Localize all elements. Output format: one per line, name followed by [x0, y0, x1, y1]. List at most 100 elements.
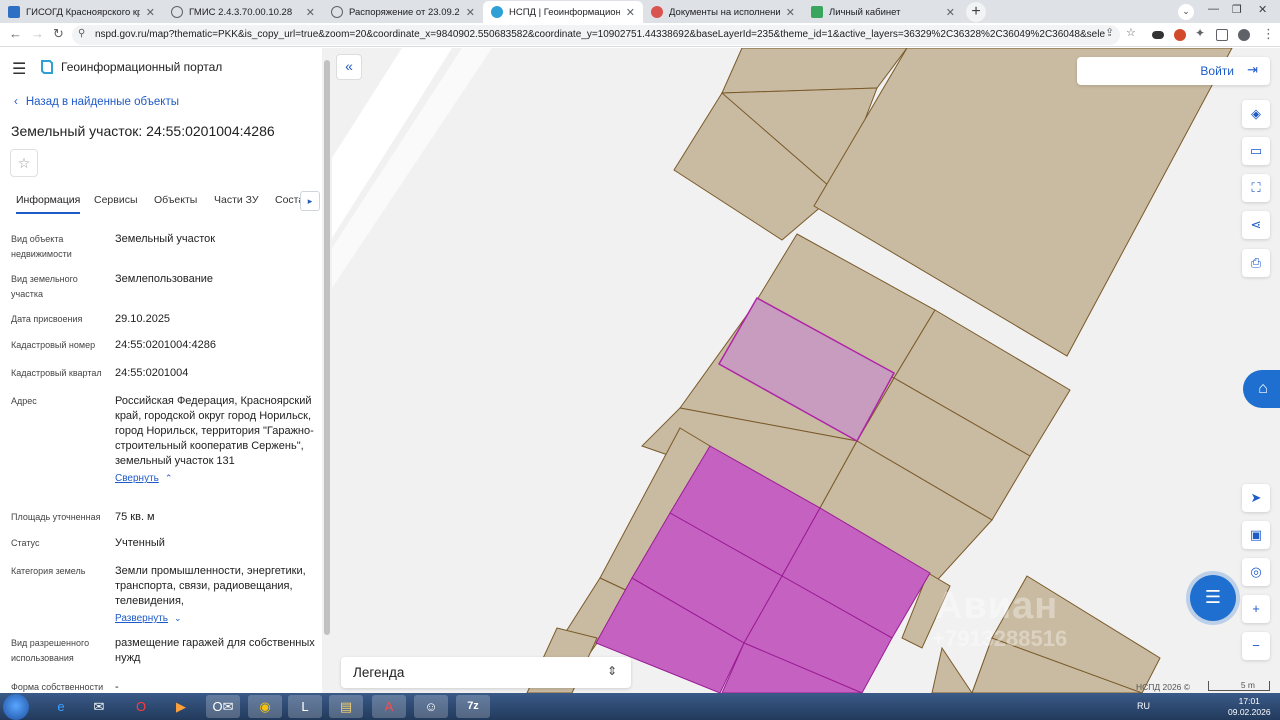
tabs-scroll-right-icon[interactable]: ▸: [300, 191, 320, 211]
keyboard-language[interactable]: RU: [1137, 701, 1150, 711]
share-icon[interactable]: ⇪: [1105, 26, 1114, 39]
field-value: -: [115, 681, 119, 693]
scrollbar-thumb[interactable]: [324, 60, 330, 635]
side-panel-icon[interactable]: [1216, 29, 1228, 41]
nspd-favicon-icon: [491, 6, 503, 18]
tab-search-chevron-icon[interactable]: ⌄: [1178, 4, 1194, 20]
tab-objects[interactable]: Объекты: [154, 194, 197, 206]
extension-icon[interactable]: [1174, 29, 1186, 41]
forward-arrow-icon[interactable]: →: [31, 26, 44, 41]
field-value: размещение гаражей для собственных нужд: [115, 637, 315, 664]
back-label: Назад в найденные объекты: [25, 96, 180, 108]
minimap-icon: ▣: [1249, 527, 1263, 542]
share-nodes-icon: ⋖: [1250, 217, 1262, 232]
browser-tab-gisogd[interactable]: ГИСОГД Красноярского края ✕: [0, 1, 163, 23]
chevron-left-icon: ‹: [14, 96, 18, 108]
tab-services[interactable]: Сервисы: [94, 194, 138, 206]
clock[interactable]: 17:01 09.02.2026: [1228, 696, 1271, 718]
browser-tab-order[interactable]: Распоряжение от 23.09.2024 № ✕: [323, 1, 483, 23]
login-button[interactable]: Войти ⇥: [1077, 57, 1270, 85]
favorite-star-button[interactable]: ☆: [10, 149, 38, 177]
reload-icon[interactable]: ↻: [53, 26, 64, 42]
map-canvas[interactable]: Авиан +7913288516: [332, 48, 1280, 693]
browser-tab-gmis[interactable]: ГМИС 2.4.3.70.00.10.28 ✕: [163, 1, 323, 23]
expand-category-link[interactable]: Развернуть ⌄: [115, 611, 182, 626]
tab-composition[interactable]: Состав: [275, 194, 300, 206]
lync-app-icon[interactable]: L: [288, 695, 322, 718]
toggle-label: Развернуть: [115, 613, 169, 624]
login-arrow-icon: ⇥: [1247, 62, 1258, 77]
outlook-app-icon[interactable]: O✉: [206, 695, 240, 718]
media-player-app-icon[interactable]: ▶: [164, 695, 198, 718]
profile-avatar-icon[interactable]: [1238, 29, 1250, 41]
hamburger-menu-icon[interactable]: ☰: [12, 59, 26, 79]
tab-information[interactable]: Информация: [16, 194, 81, 214]
back-arrow-icon[interactable]: ←: [9, 26, 22, 41]
double-chevron-left-icon: «: [345, 58, 353, 74]
toggle-label: Свернуть: [115, 473, 159, 484]
tab-parts[interactable]: Части ЗУ: [214, 194, 259, 206]
chevron-down-icon: ⌄: [174, 613, 182, 623]
menu-dots-icon[interactable]: ⋮: [1262, 26, 1275, 42]
close-icon[interactable]: ✕: [786, 6, 795, 19]
scale-label: 5 m: [1240, 680, 1255, 690]
close-icon[interactable]: ✕: [306, 6, 315, 19]
back-to-results-link[interactable]: ‹ Назад в найденные объекты: [14, 96, 179, 108]
extensions-puzzle-icon[interactable]: ✦: [1195, 26, 1205, 40]
measure-button[interactable]: ▭: [1242, 137, 1270, 165]
start-button[interactable]: [3, 694, 29, 720]
legend-dropdown[interactable]: Легенда ⇕: [341, 657, 631, 688]
minimap-button[interactable]: ▣: [1242, 521, 1270, 549]
window-close-icon[interactable]: ✕: [1258, 3, 1267, 16]
chrome-app-icon[interactable]: ◉: [248, 695, 282, 718]
thunderbird-app-icon[interactable]: ✉: [82, 695, 116, 718]
print-button[interactable]: ⎙: [1242, 249, 1270, 277]
opera-app-icon[interactable]: O: [124, 695, 158, 718]
browser-tab-documents[interactable]: Документы на исполнении ✕: [643, 1, 803, 23]
close-icon[interactable]: ✕: [946, 6, 955, 19]
clock-date: 09.02.2026: [1228, 707, 1271, 717]
extension-icon[interactable]: [1152, 31, 1164, 39]
pdf-app-icon[interactable]: A: [372, 695, 406, 718]
collapse-panel-button[interactable]: «: [336, 54, 362, 80]
close-icon[interactable]: ✕: [146, 6, 155, 19]
share-map-button[interactable]: ⋖: [1242, 211, 1270, 239]
cadastral-map[interactable]: [332, 48, 1280, 693]
category-text: Земли промышленности, энергетики, трансп…: [115, 565, 306, 607]
zoom-out-button[interactable]: −: [1242, 632, 1270, 660]
land-parcel[interactable]: [721, 48, 908, 94]
geolocate-button[interactable]: ➤: [1242, 484, 1270, 512]
archive-app-icon[interactable]: ☺: [414, 695, 448, 718]
layers-button[interactable]: ◈: [1242, 100, 1270, 128]
tab-title: Документы на исполнении: [669, 6, 780, 18]
7zip-app-icon[interactable]: 7z: [456, 695, 490, 718]
site-info-icon[interactable]: ⚲: [78, 28, 85, 39]
land-parcel[interactable]: [931, 646, 973, 693]
bookmark-star-icon[interactable]: ☆: [1126, 26, 1136, 39]
chat-support-button[interactable]: ☰: [1190, 575, 1236, 621]
browser-tab-nspd[interactable]: НСПД | Геоинформационный п ✕: [483, 1, 643, 23]
browser-tab-cabinet[interactable]: Личный кабинет ✕: [803, 1, 963, 23]
ie-app-icon[interactable]: e: [44, 695, 78, 718]
explorer-folder-icon[interactable]: ▤: [329, 695, 363, 718]
panel-scrollbar[interactable]: [322, 48, 332, 693]
address-bar: ← → ↻ ⚲ nspd.gov.ru/map?thematic=PKK&is_…: [0, 23, 1280, 47]
close-icon[interactable]: ✕: [626, 6, 635, 19]
field-value: Земли промышленности, энергетики, трансп…: [115, 564, 315, 626]
minimize-icon[interactable]: —: [1208, 3, 1219, 15]
side-quick-button[interactable]: ⌂: [1243, 370, 1280, 408]
zoom-in-button[interactable]: +: [1242, 595, 1270, 623]
new-tab-plus-icon[interactable]: +: [966, 2, 986, 22]
minus-icon: −: [1252, 638, 1260, 653]
map-scale-bar: 5 m: [1208, 681, 1270, 691]
location-search-button[interactable]: ◎: [1242, 558, 1270, 586]
field-label: Кадастровый номер: [11, 340, 96, 350]
star-icon: ☆: [17, 155, 31, 171]
url-field[interactable]: ⚲ nspd.gov.ru/map?thematic=PKK&is_copy_u…: [72, 25, 1120, 45]
close-icon[interactable]: ✕: [466, 6, 475, 19]
maximize-icon[interactable]: ❐: [1232, 3, 1242, 16]
gis-favicon-icon: [8, 6, 20, 18]
select-area-button[interactable]: ⛶: [1242, 174, 1270, 202]
collapse-address-link[interactable]: Свернуть ⌃: [115, 471, 172, 486]
tab-strip: ГИСОГД Красноярского края ✕ ГМИС 2.4.3.7…: [0, 0, 1280, 23]
